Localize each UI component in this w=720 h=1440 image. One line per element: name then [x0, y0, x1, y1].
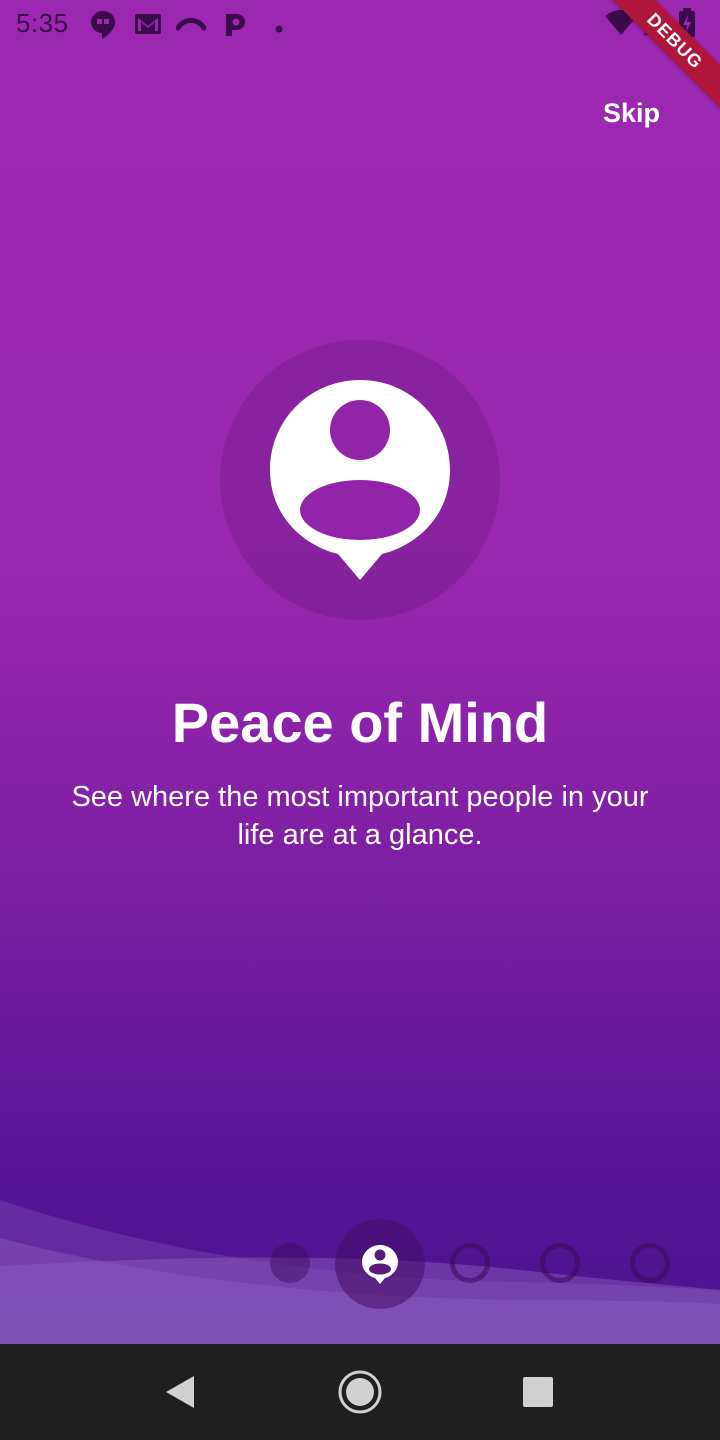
page-description: See where the most important people in y…	[71, 781, 649, 851]
page-indicator	[0, 1218, 720, 1310]
person-pin-icon	[362, 1245, 398, 1284]
page-dot-3[interactable]	[450, 1243, 490, 1283]
signal-arc-icon	[175, 16, 207, 37]
hero-icon-circle	[220, 340, 500, 620]
page-title: Peace of Mind	[171, 691, 549, 754]
onboarding-screen: 5:35 DEBUG Skip Peace of Mind See where …	[0, 0, 720, 1440]
page-dot-5[interactable]	[630, 1243, 670, 1283]
home-icon[interactable]	[336, 1368, 384, 1416]
parking-icon	[222, 10, 248, 43]
dot-icon	[275, 20, 283, 38]
status-time: 5:35	[16, 8, 69, 38]
page-dot-4[interactable]	[540, 1243, 580, 1283]
page-dot-2-active[interactable]	[335, 1219, 425, 1309]
gmail-icon	[134, 12, 162, 41]
skip-button[interactable]: Skip	[603, 98, 660, 129]
person-pin-icon	[270, 380, 450, 580]
system-nav-bar	[0, 1344, 720, 1440]
back-icon[interactable]	[156, 1368, 204, 1416]
page-dot-1[interactable]	[270, 1243, 310, 1283]
status-bar: 5:35	[0, 0, 720, 48]
hangouts-icon	[90, 10, 116, 45]
recents-icon[interactable]	[514, 1368, 562, 1416]
